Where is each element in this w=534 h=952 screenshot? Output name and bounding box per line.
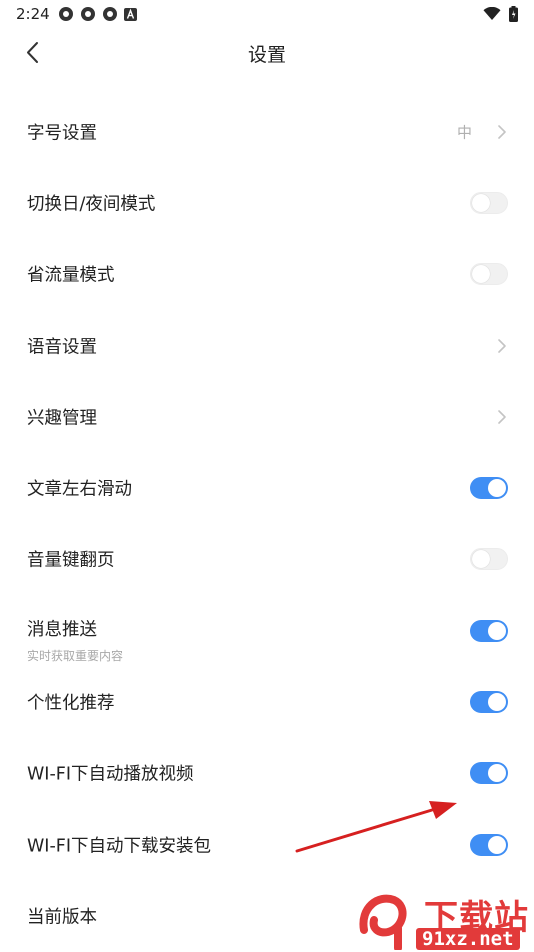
toggle-switch[interactable] [470, 263, 508, 286]
settings-row-label: 音量键翻页 [27, 550, 115, 571]
settings-row[interactable]: 切换日/夜间模式 [0, 167, 534, 238]
chevron-right-icon [498, 410, 506, 424]
toggle-knob [472, 265, 490, 284]
page-title: 设置 [247, 44, 286, 66]
chevron-right-icon [498, 124, 506, 139]
app-icon [59, 7, 73, 21]
toggle-knob [488, 479, 506, 498]
toggle-switch[interactable] [470, 762, 508, 785]
toggle-knob [488, 693, 506, 712]
watermark-logo-mark [359, 894, 407, 950]
settings-row[interactable]: 省流量模式 [0, 239, 534, 310]
status-time: 2:24 [16, 5, 50, 23]
watermark-url: 91xz.net [416, 928, 520, 950]
toggle-switch[interactable] [470, 477, 508, 500]
settings-row[interactable]: WI-FI下自动下载安装包 [0, 809, 534, 880]
toggle-switch[interactable] [470, 833, 508, 856]
settings-row-label: 个性化推荐 [27, 693, 115, 714]
settings-row-label: 切换日/夜间模式 [27, 194, 156, 215]
notification-icons [58, 6, 137, 22]
toggle-knob [488, 835, 506, 854]
toggle-switch[interactable] [470, 548, 508, 571]
settings-row-value: 中 [456, 123, 472, 142]
a-icon [124, 7, 137, 21]
toggle-switch[interactable] [470, 619, 508, 642]
status-right-icons [483, 6, 518, 22]
settings-row-label: 兴趣管理 [27, 408, 97, 429]
settings-row[interactable]: 语音设置 [0, 310, 534, 381]
settings-row-label: 字号设置 [27, 123, 97, 144]
toggle-knob [472, 193, 490, 212]
watermark-logo: 下载站 91xz.net [354, 888, 534, 950]
app-icon [81, 7, 95, 21]
toggle-knob [488, 621, 506, 640]
settings-row-label: WI-FI下自动播放视频 [27, 764, 194, 785]
settings-row-label: 消息推送 [27, 620, 97, 641]
toggle-knob [472, 550, 490, 569]
settings-row[interactable]: 个性化推荐 [0, 666, 534, 737]
settings-row-label: 当前版本 [27, 907, 97, 928]
chevron-right-icon [498, 338, 506, 353]
settings-row-label: WI-FI下自动下载安装包 [27, 836, 212, 857]
status-bar: 2:24 [0, 0, 534, 28]
settings-row[interactable]: 兴趣管理 [0, 381, 534, 452]
header: 设置 [0, 28, 534, 78]
settings-row-sublabel: 实时获取重要内容 [27, 649, 124, 664]
app-icon [103, 7, 117, 21]
settings-row-label: 文章左右滑动 [27, 479, 132, 500]
settings-row-label: 语音设置 [27, 337, 97, 358]
settings-row[interactable]: 音量键翻页 [0, 524, 534, 595]
toggle-knob [488, 764, 506, 783]
settings-row[interactable]: 文章左右滑动 [0, 452, 534, 523]
battery-icon [509, 6, 518, 22]
settings-row[interactable]: WI-FI下自动播放视频 [0, 738, 534, 809]
settings-row[interactable]: 消息推送实时获取重要内容 [0, 595, 534, 666]
toggle-switch[interactable] [470, 191, 508, 214]
settings-row-label: 省流量模式 [27, 265, 115, 286]
wifi-icon [483, 7, 501, 20]
settings-row[interactable]: 字号设置 中 [0, 96, 534, 167]
settings-list: 字号设置 中切换日/夜间模式 省流量模式语音设置兴趣管理文章左右滑动 音量键翻页消息推… [0, 96, 534, 952]
toggle-switch[interactable] [470, 691, 508, 714]
